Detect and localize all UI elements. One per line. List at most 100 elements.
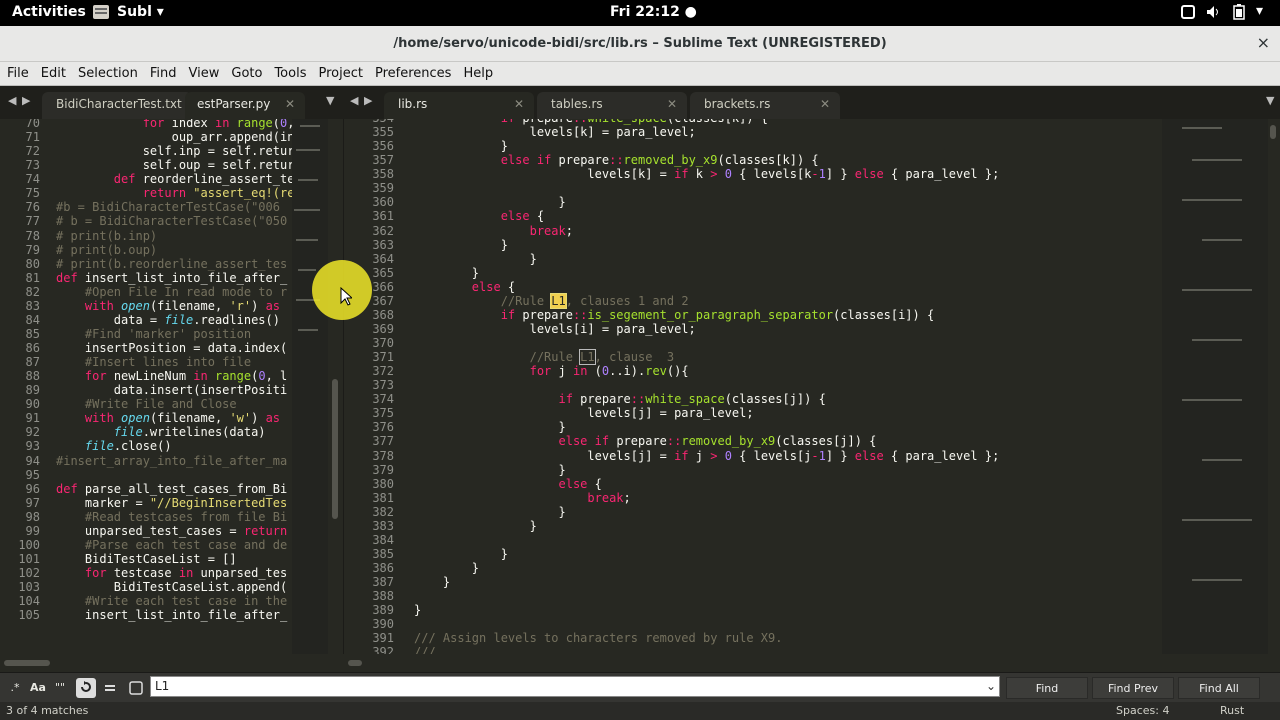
left-minimap[interactable] — [292, 119, 328, 654]
app-menu-button[interactable]: Subl ▾ — [117, 4, 164, 20]
code-line[interactable]: oup_arr.append(inp_a — [56, 130, 292, 144]
code-line[interactable]: } — [414, 139, 1174, 153]
code-line[interactable]: # print(b.inp) — [56, 229, 292, 243]
menu-find[interactable]: Find — [143, 62, 182, 81]
code-line[interactable]: BidiTestCaseList.append( — [56, 580, 292, 594]
left-editor-pane[interactable]: 70 71 72 73 74 75 76 77 78 79 80 81 82 83 84 85 86 87 88 89… — [0, 119, 344, 654]
code-line[interactable]: } — [414, 463, 1174, 477]
code-line[interactable]: #Write File and Close — [56, 397, 292, 411]
code-line[interactable]: #Find 'marker' position — [56, 327, 292, 341]
code-line[interactable]: #Write each test case in the — [56, 594, 292, 608]
code-line[interactable] — [414, 533, 1174, 547]
menu-goto[interactable]: Goto — [224, 62, 267, 81]
code-line[interactable]: levels[j] = para_level; — [414, 406, 1174, 420]
find-prev-button[interactable]: Find Prev — [1092, 677, 1174, 699]
code-line[interactable]: } — [414, 547, 1174, 561]
code-line[interactable]: for j in (0..i).rev(){ — [414, 364, 1174, 378]
code-line[interactable]: #Insert lines into file — [56, 355, 292, 369]
menu-selection[interactable]: Selection — [71, 62, 143, 81]
menu-help[interactable]: Help — [456, 62, 498, 81]
code-line[interactable]: levels[i] = para_level; — [414, 322, 1174, 336]
code-line[interactable]: #Open File In read mode to r — [56, 285, 292, 299]
code-line[interactable]: /// — [414, 645, 1174, 654]
code-line[interactable]: #b = BidiCharacterTestCase("006 — [56, 200, 292, 214]
right-horizontal-scrollbar[interactable] — [344, 654, 1280, 672]
system-menu-chevron-icon[interactable]: ▾ — [1256, 3, 1263, 19]
code-line[interactable] — [414, 589, 1174, 603]
menu-project[interactable]: Project — [311, 62, 367, 81]
code-line[interactable]: else { — [414, 477, 1174, 491]
code-line[interactable]: else if prepare::removed_by_x9(classes[j… — [414, 434, 1174, 448]
close-tab-icon[interactable]: ✕ — [820, 97, 830, 111]
code-line[interactable]: for index in range(0, le — [56, 119, 292, 130]
left-pane-prev-arrow-icon[interactable]: ◀ — [8, 94, 16, 107]
code-line[interactable]: insert_list_into_file_after_ — [56, 608, 292, 622]
code-line[interactable]: return "assert_eq!(reorde — [56, 186, 292, 200]
left-pane-dropdown-icon[interactable]: ▼ — [326, 94, 334, 107]
close-tab-icon[interactable]: ✕ — [514, 97, 524, 111]
close-tab-icon[interactable]: ✕ — [667, 97, 677, 111]
battery-icon[interactable] — [1233, 4, 1245, 24]
code-line[interactable]: break; — [414, 224, 1174, 238]
code-line[interactable]: /// Assign levels to characters removed … — [414, 631, 1174, 645]
whole-word-toggle[interactable]: "" — [50, 678, 70, 698]
clock[interactable]: Fri 22:12 ● — [610, 4, 697, 20]
indentation-setting[interactable]: Spaces: 4 — [1116, 704, 1169, 717]
find-history-chevron-icon[interactable]: ⌄ — [986, 679, 996, 693]
code-line[interactable]: insertPosition = data.index( — [56, 341, 292, 355]
code-line[interactable]: } — [414, 195, 1174, 209]
tab-testparser[interactable]: estParser.py ✕ — [185, 92, 305, 119]
code-line[interactable]: marker = "//BeginInsertedTes — [56, 496, 292, 510]
menu-tools[interactable]: Tools — [267, 62, 311, 81]
code-line[interactable]: with open(filename, 'w') as — [56, 411, 292, 425]
right-vertical-scrollbar[interactable] — [1270, 125, 1276, 139]
code-line[interactable] — [56, 468, 292, 482]
code-line[interactable]: else { — [414, 209, 1174, 223]
code-line[interactable]: } — [414, 238, 1174, 252]
code-line[interactable]: def parse_all_test_cases_from_Bi — [56, 482, 292, 496]
code-line[interactable]: #Read testcases from file Bi — [56, 510, 292, 524]
right-pane-next-arrow-icon[interactable]: ▶ — [364, 94, 372, 107]
regex-toggle[interactable]: .* — [6, 678, 24, 698]
code-line[interactable] — [414, 378, 1174, 392]
in-selection-toggle-icon[interactable] — [100, 678, 120, 698]
code-line[interactable]: } — [414, 575, 1174, 589]
right-pane-dropdown-icon[interactable]: ▼ — [1266, 94, 1274, 107]
code-line[interactable]: data.insert(insertPositi — [56, 383, 292, 397]
code-line[interactable]: #insert_array_into_file_after_ma — [56, 454, 292, 468]
code-line[interactable]: data = file.readlines() — [56, 313, 292, 327]
code-line[interactable]: for testcase in unparsed_tes — [56, 566, 292, 580]
code-line[interactable]: def insert_list_into_file_after_ — [56, 271, 292, 285]
code-line[interactable]: unparsed_test_cases = return — [56, 524, 292, 538]
code-line[interactable] — [414, 181, 1174, 195]
right-minimap[interactable] — [1162, 119, 1268, 654]
find-input[interactable]: L1 — [150, 676, 1000, 697]
find-button[interactable]: Find — [1006, 677, 1088, 699]
right-code-area[interactable]: if prepare::white_space(classes[k]) { le… — [414, 119, 1174, 654]
find-all-button[interactable]: Find All — [1178, 677, 1260, 699]
case-sensitive-toggle[interactable]: Aa — [28, 678, 48, 698]
syntax-setting[interactable]: Rust — [1220, 704, 1244, 717]
left-hscroll-thumb[interactable] — [4, 660, 50, 666]
code-line[interactable]: levels[k] = if k > 0 { levels[k-1] } els… — [414, 167, 1174, 181]
menu-edit[interactable]: Edit — [34, 62, 71, 81]
code-line[interactable]: BidiTestCaseList = [] — [56, 552, 292, 566]
code-line[interactable]: levels[j] = if j > 0 { levels[j-1] } els… — [414, 449, 1174, 463]
volume-icon[interactable] — [1206, 5, 1220, 23]
tab-biditest[interactable]: BidiCharacterTest.txt — [42, 92, 192, 119]
menu-view[interactable]: View — [182, 62, 225, 81]
close-tab-icon[interactable]: ✕ — [285, 97, 295, 111]
code-line[interactable]: file.writelines(data) — [56, 425, 292, 439]
right-hscroll-thumb[interactable] — [348, 660, 362, 666]
wrap-toggle-icon[interactable] — [76, 678, 96, 698]
left-vertical-scrollbar[interactable] — [332, 379, 338, 519]
code-line[interactable]: else if prepare::removed_by_x9(classes[k… — [414, 153, 1174, 167]
menu-preferences[interactable]: Preferences — [368, 62, 456, 81]
code-line[interactable]: } — [414, 519, 1174, 533]
code-line[interactable]: # b = BidiCharacterTestCase("050 — [56, 214, 292, 228]
code-line[interactable]: } — [414, 420, 1174, 434]
tab-tables-rs[interactable]: tables.rs ✕ — [537, 92, 687, 119]
code-line[interactable]: } — [414, 603, 1174, 617]
tab-lib-rs[interactable]: lib.rs ✕ — [384, 92, 534, 119]
code-line[interactable] — [414, 617, 1174, 631]
